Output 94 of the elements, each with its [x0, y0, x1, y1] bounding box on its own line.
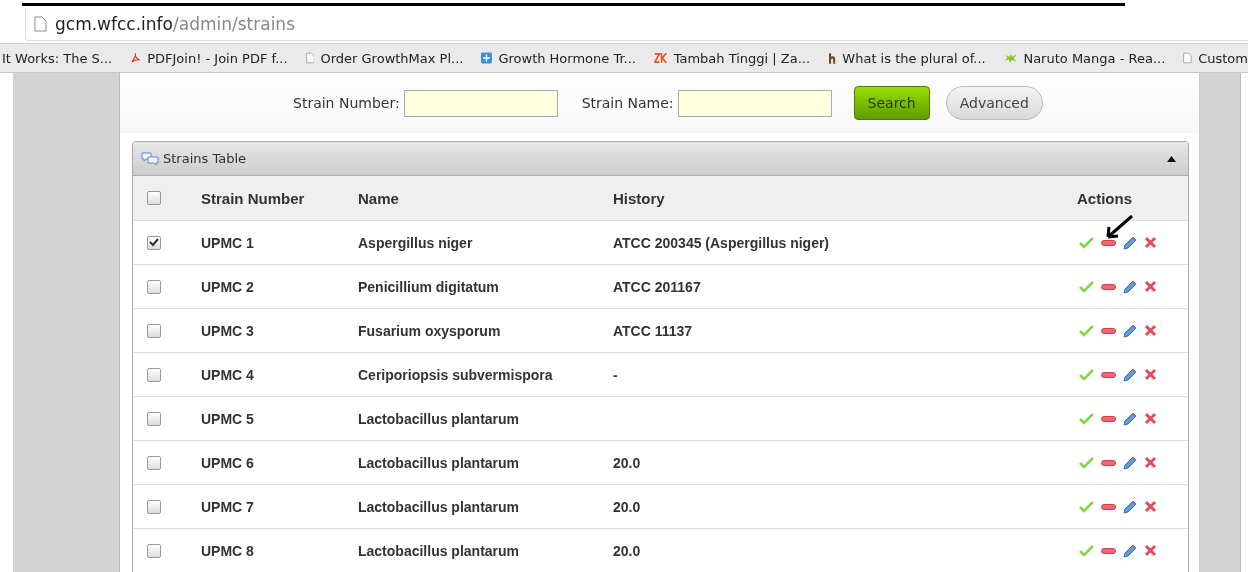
row-checkbox[interactable]: [147, 455, 161, 470]
search-button[interactable]: Search: [853, 86, 930, 120]
bookmark-link[interactable]: Order GrowthMax Pl...: [320, 50, 464, 66]
collapse-icon[interactable]: [1167, 155, 1176, 162]
column-header: Name: [358, 189, 400, 207]
pencil-icon[interactable]: [1123, 323, 1137, 338]
url-text: gcm.wfcc.info/admin/strains: [55, 14, 295, 34]
check-icon[interactable]: [1079, 368, 1094, 381]
table-cell-text: Penicillium digitatum: [358, 278, 500, 295]
field-label: Strain Number:: [293, 95, 400, 111]
row-checkbox[interactable]: [147, 499, 161, 514]
table-cell-text: -: [613, 366, 619, 383]
pencil-icon[interactable]: [1123, 411, 1137, 426]
bookmark-link[interactable]: What is the plural of...: [842, 50, 986, 66]
table-cell-text: UPMC 2: [201, 278, 255, 295]
delete-icon[interactable]: [1144, 368, 1157, 381]
pencil-icon[interactable]: [1123, 367, 1137, 382]
field-label: Strain Name:: [581, 95, 674, 111]
minus-icon[interactable]: [1101, 415, 1116, 422]
row-checkbox[interactable]: [147, 367, 161, 382]
table-cell-text: Fusarium oxysporum: [358, 322, 502, 339]
table-cell-text: UPMC 1: [201, 234, 255, 251]
check-icon[interactable]: [1079, 280, 1094, 293]
table-cell-text: Lactobacillus plantarum: [358, 410, 521, 427]
row-checkbox[interactable]: [147, 235, 161, 250]
table-cell-text: 20.0: [613, 454, 642, 471]
check-icon[interactable]: [1079, 500, 1094, 513]
speech-bubbles-icon: [141, 150, 159, 167]
row-checkbox[interactable]: [147, 543, 161, 558]
table-cell-text: UPMC 5: [201, 410, 255, 427]
table-cell-text: Aspergillus niger: [358, 234, 474, 251]
table-cell-text: Ceriporiopsis subvermispora: [358, 366, 554, 383]
delete-icon[interactable]: [1144, 324, 1157, 337]
minus-icon[interactable]: [1101, 459, 1116, 466]
delete-icon[interactable]: [1144, 544, 1157, 557]
pencil-icon[interactable]: [1123, 543, 1137, 558]
table-cell-text: UPMC 6: [201, 454, 255, 471]
table-cell-text: UPMC 4: [201, 366, 255, 383]
table-cell-text: Lactobacillus plantarum: [358, 454, 521, 471]
check-icon[interactable]: [1079, 544, 1094, 557]
bookmark-link[interactable]: PDFJoin! - Join PDF f...: [147, 50, 288, 66]
table-cell-text: ATCC 11137: [613, 322, 694, 339]
table-cell-text: 20.0: [613, 542, 642, 559]
pencil-icon[interactable]: [1123, 279, 1137, 294]
bookmark-link[interactable]: Growth Hormone Tr...: [498, 50, 636, 66]
table-cell-text: UPMC 7: [201, 498, 255, 515]
page-icon: [1183, 50, 1193, 66]
pencil-icon[interactable]: [1123, 499, 1137, 514]
minus-icon[interactable]: [1101, 239, 1116, 246]
pencil-icon[interactable]: [1123, 235, 1137, 250]
delete-icon[interactable]: [1144, 500, 1157, 513]
bookmark-link[interactable]: It Works: The S...: [2, 50, 113, 66]
logo-icon: [654, 50, 668, 66]
minus-icon[interactable]: [1101, 503, 1116, 510]
column-header: Actions: [1077, 189, 1133, 207]
minus-icon[interactable]: [1101, 327, 1116, 334]
bookmark-link[interactable]: Custom: [1198, 50, 1248, 66]
check-icon[interactable]: [1079, 456, 1094, 469]
advanced-button[interactable]: Advanced: [945, 86, 1043, 120]
strain-name-field[interactable]: [677, 89, 832, 117]
column-header: Strain Number: [201, 189, 306, 207]
page-icon: [305, 50, 315, 66]
strain-number-field[interactable]: [403, 89, 558, 117]
minus-icon[interactable]: [1101, 547, 1116, 554]
row-checkbox[interactable]: [147, 279, 161, 294]
checkmark-icon: [149, 238, 159, 247]
table-cell-text: 20.0: [613, 498, 642, 515]
minus-icon[interactable]: [1101, 371, 1116, 378]
table-cell-text: UPMC 8: [201, 542, 255, 559]
check-icon[interactable]: [1079, 412, 1094, 425]
table-title: Strains Table: [163, 151, 248, 166]
address-bar[interactable]: gcm.wfcc.info/admin/strains: [25, 8, 1248, 41]
table-cell-text: Lactobacillus plantarum: [358, 542, 521, 559]
delete-icon[interactable]: [1144, 280, 1157, 293]
select-all-checkbox[interactable]: [147, 191, 161, 205]
delete-icon[interactable]: [1144, 236, 1157, 249]
row-checkbox[interactable]: [147, 411, 161, 426]
table-cell-text: ATCC 201167: [613, 278, 702, 295]
row-checkbox[interactable]: [147, 323, 161, 338]
minus-icon[interactable]: [1101, 283, 1116, 290]
plus-icon: [481, 50, 493, 66]
delete-icon[interactable]: [1144, 412, 1157, 425]
check-icon[interactable]: [1079, 236, 1094, 249]
page-icon: [34, 16, 47, 32]
delete-icon[interactable]: [1144, 456, 1157, 469]
table-cell-text: ATCC 200345 (Aspergillus niger): [613, 234, 831, 251]
bookmark-link[interactable]: Naruto Manga - Rea...: [1023, 50, 1166, 66]
bookmark-link[interactable]: Tambah Tinggi | Za...: [673, 50, 811, 66]
column-header: History: [613, 189, 666, 207]
pencil-icon[interactable]: [1123, 455, 1137, 470]
check-icon[interactable]: [1079, 324, 1094, 337]
table-cell-text: UPMC 3: [201, 322, 255, 339]
pdf-icon: [130, 50, 142, 66]
table-cell-text: Lactobacillus plantarum: [358, 498, 521, 515]
